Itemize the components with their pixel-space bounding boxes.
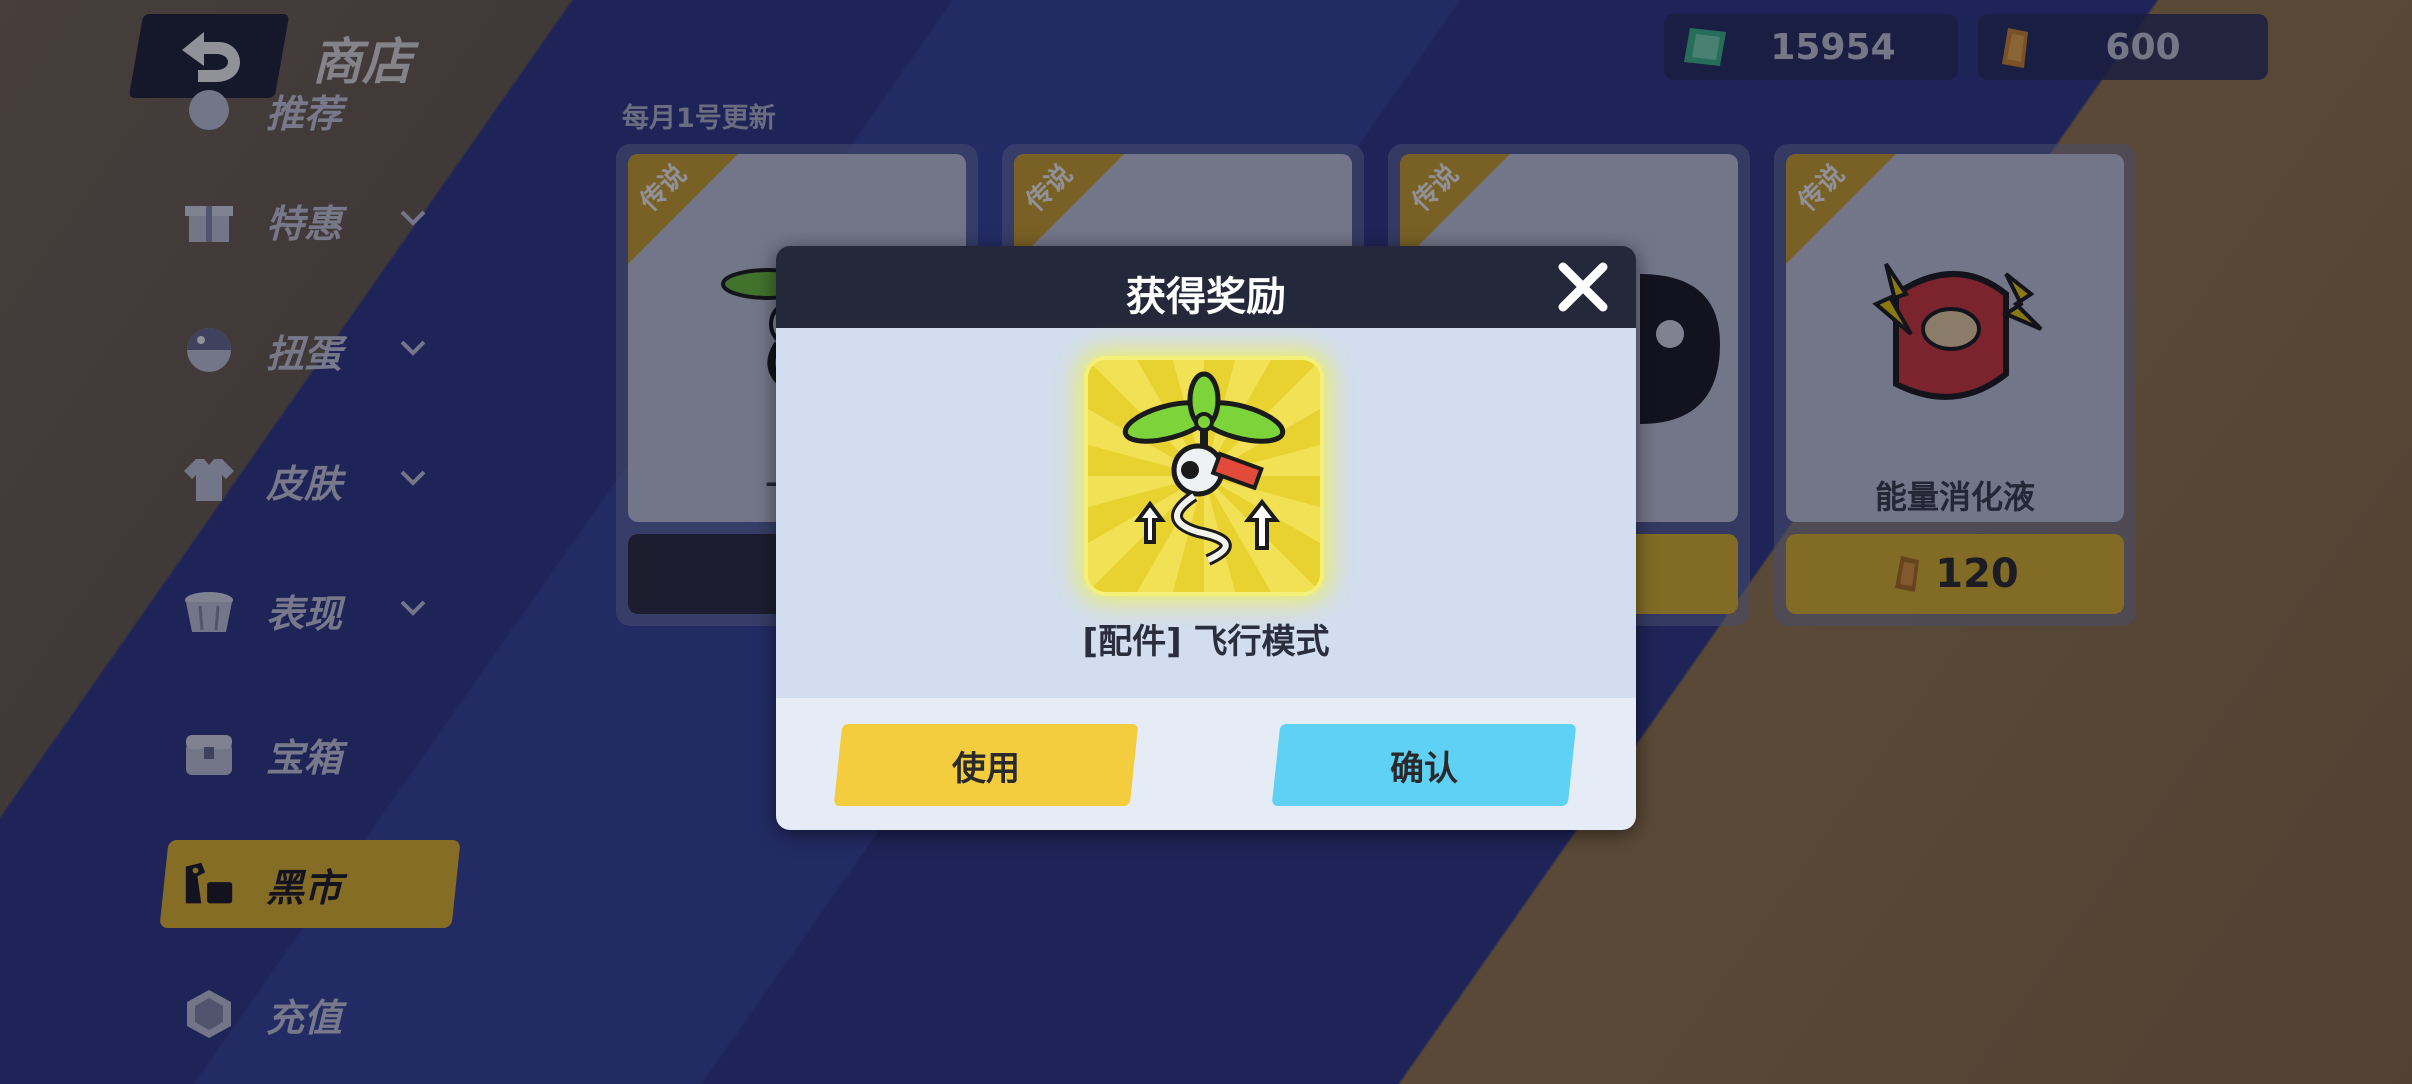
confirm-button[interactable]: 确认: [1271, 724, 1577, 806]
use-button[interactable]: 使用: [833, 724, 1139, 806]
confirm-button-label: 确认: [1390, 748, 1458, 789]
dialog-title: 获得奖励: [1126, 274, 1286, 320]
use-button-label: 使用: [952, 748, 1020, 789]
reward-dialog: 获得奖励 [配件] 飞行模式 使用 确认: [776, 246, 1636, 830]
dialog-header: 获得奖励: [776, 246, 1636, 328]
close-icon: [1558, 262, 1608, 312]
reward-item-frame: [1084, 356, 1324, 596]
reward-item-name: [配件] 飞行模式: [1082, 622, 1330, 662]
close-button[interactable]: [1552, 256, 1614, 318]
propeller-item-icon: [1122, 371, 1286, 566]
